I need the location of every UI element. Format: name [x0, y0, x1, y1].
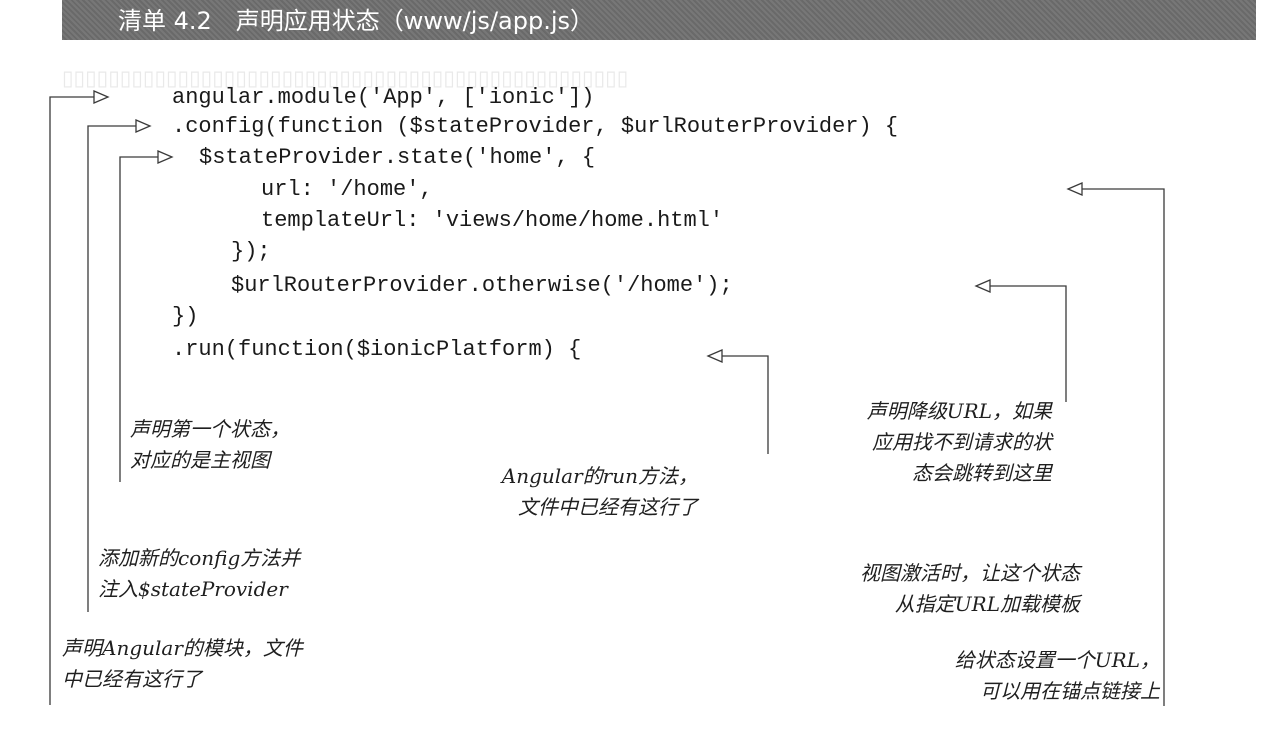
- arrowhead-icon: [974, 279, 991, 293]
- arrowhead-icon: [135, 119, 152, 133]
- callout-line-fallback: [990, 285, 1067, 402]
- code-line-3: $stateProvider.state('home', {: [199, 145, 596, 170]
- code-line-8: }): [172, 304, 199, 329]
- annotation-line: 应用找不到请求的状: [872, 430, 1052, 454]
- arrowhead-icon: [706, 349, 723, 363]
- code-line-4: url: '/home',: [261, 177, 433, 202]
- annotation-line: 态会跳转到这里: [912, 461, 1052, 485]
- annotation-line: 可以用在锚点链接上: [980, 679, 1160, 703]
- code-line-7: $urlRouterProvider.otherwise('/home');: [231, 273, 733, 298]
- arrowhead-icon: [157, 150, 174, 164]
- annotation-line: 文件中已经有这行了: [518, 495, 698, 519]
- code-line-1: angular.module('App', ['ionic']): [172, 85, 595, 110]
- annotation-angular-module: 声明Angular的模块，文件 中已经有这行了: [62, 633, 303, 695]
- annotation-config-method: 添加新的config方法并 注入$stateProvider: [98, 543, 300, 605]
- annotation-run-method: Angular的run方法， 文件中已经有这行了: [494, 461, 698, 523]
- callout-line-state-url: [1082, 188, 1165, 706]
- arrowhead-icon: [93, 90, 110, 104]
- annotation-line: 声明Angular的模块，文件: [62, 636, 303, 660]
- annotation-fallback-url: 声明降级URL，如果 应用找不到请求的状 态会跳转到这里: [790, 396, 1052, 489]
- annotation-line: 从指定URL加载模板: [894, 592, 1080, 616]
- annotation-line: Angular的run方法，: [501, 464, 698, 488]
- annotation-line: 声明降级URL，如果: [866, 399, 1052, 423]
- code-line-9: .run(function($ionicPlatform) {: [172, 337, 582, 362]
- callout-line-config: [87, 125, 136, 612]
- annotation-line: 给状态设置一个URL，: [954, 648, 1160, 672]
- annotation-first-state: 声明第一个状态， 对应的是主视图: [130, 414, 290, 476]
- annotation-line: 注入$stateProvider: [98, 577, 288, 601]
- code-line-5: templateUrl: 'views/home/home.html': [261, 208, 724, 233]
- arrowhead-icon: [1066, 182, 1083, 196]
- annotation-line: 添加新的config方法并: [98, 546, 301, 570]
- annotation-line: 对应的是主视图: [130, 448, 270, 472]
- annotation-line: 视图激活时，让这个状态: [860, 561, 1080, 585]
- code-line-2: .config(function ($stateProvider, $urlRo…: [172, 114, 899, 139]
- callout-line-run: [722, 355, 769, 454]
- annotation-line: 声明第一个状态，: [130, 417, 290, 441]
- annotation-state-url: 给状态设置一个URL， 可以用在锚点链接上: [870, 645, 1160, 707]
- annotation-line: 中已经有这行了: [62, 667, 202, 691]
- annotation-template-url: 视图激活时，让这个状态 从指定URL加载模板: [790, 558, 1080, 620]
- code-line-6: });: [231, 239, 271, 264]
